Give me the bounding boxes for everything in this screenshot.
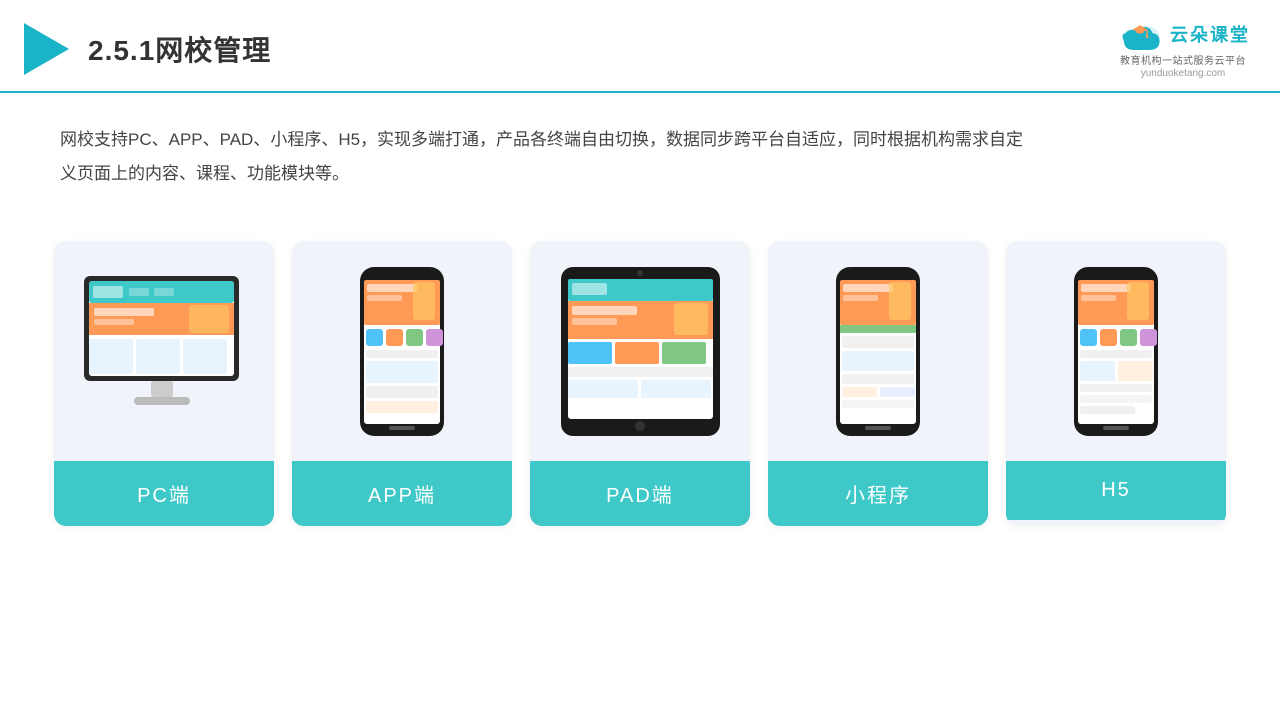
app-label: APP端 [292,461,512,526]
logo-text: 云朵课堂 [1170,21,1250,47]
pad-image-area [530,241,750,461]
description-text: 网校支持PC、APP、PAD、小程序、H5，实现多端打通，产品各终端自由切换，数… [0,93,1100,211]
pad-card: PAD端 [530,241,750,526]
miniprogram-label: 小程序 [768,461,988,526]
logo-url: yunduoketang.com [1141,68,1226,79]
miniprogram-image-area [768,241,988,461]
description-paragraph: 网校支持PC、APP、PAD、小程序、H5，实现多端打通，产品各终端自由切换，数… [60,123,1040,191]
pc-image-area [54,241,274,461]
h5-phone-icon [1071,264,1161,439]
cloud-logo-icon [1116,18,1164,50]
pc-card: PC端 [54,241,274,526]
miniprogram-phone-icon [833,264,923,439]
h5-image-area [1006,241,1226,461]
logo-cloud: 云朵课堂 [1116,18,1250,50]
h5-label: H5 [1006,461,1226,520]
pad-label: PAD端 [530,461,750,526]
header-left: 2.5.1网校管理 [20,23,271,75]
pc-monitor-icon [79,271,249,431]
miniprogram-card: 小程序 [768,241,988,526]
logo-area: 云朵课堂 教育机构一站式服务云平台 yunduoketang.com [1116,18,1250,79]
play-triangle-shape [24,23,69,75]
app-phone-icon [357,264,447,439]
app-image-area [292,241,512,461]
page-header: 2.5.1网校管理 云朵课堂 教育机构一站式服务云平台 yunduoketang… [0,0,1280,93]
h5-card: H5 [1006,241,1226,526]
pad-tablet-icon [558,264,723,439]
pc-label: PC端 [54,461,274,526]
app-card: APP端 [292,241,512,526]
device-cards-container: PC端 [0,221,1280,556]
play-icon [20,23,72,75]
logo-tagline: 教育机构一站式服务云平台 [1120,52,1246,67]
page-title: 2.5.1网校管理 [88,29,271,69]
